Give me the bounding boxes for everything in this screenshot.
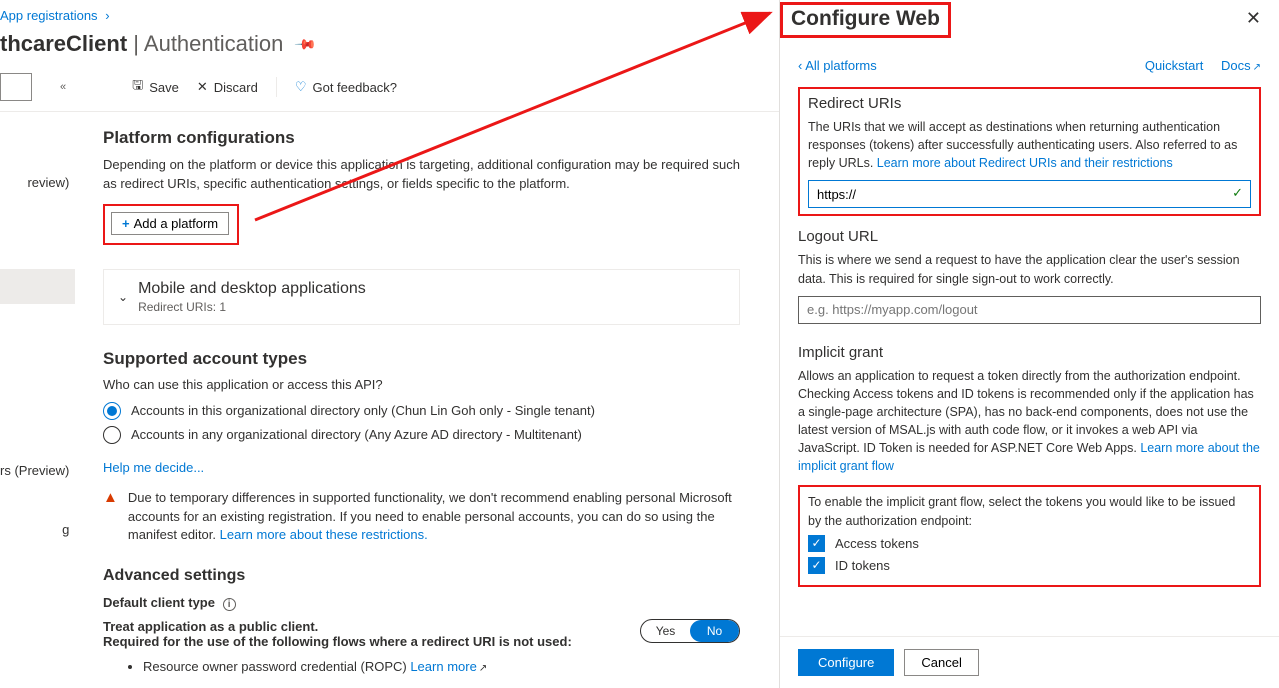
access-tokens-checkbox[interactable]: ✓ Access tokens — [808, 535, 1251, 552]
search-input[interactable] — [0, 73, 32, 101]
docs-link[interactable]: Docs↗ — [1221, 58, 1261, 73]
all-platforms-link[interactable]: ‹ All platforms — [798, 58, 877, 73]
save-button[interactable]: 🖫 Save — [132, 76, 179, 98]
help-me-decide-link[interactable]: Help me decide... — [103, 460, 204, 475]
checkbox-checked-icon: ✓ — [808, 535, 825, 552]
configure-button[interactable]: Configure — [798, 649, 894, 676]
configure-web-panel: Configure Web ✕ ‹ All platforms Quicksta… — [779, 0, 1279, 688]
platform-description: Depending on the platform or device this… — [103, 156, 740, 194]
external-link-icon: ↗ — [1253, 62, 1261, 73]
nav-item-g[interactable]: g — [0, 515, 75, 544]
section-name: Authentication — [144, 31, 283, 56]
nav-item-preview2[interactable]: rs (Preview) — [0, 456, 75, 485]
plus-icon: + — [122, 216, 130, 231]
implicit-tokens-highlight: To enable the implicit grant flow, selec… — [798, 485, 1261, 586]
checkmark-icon: ✓ — [1232, 185, 1243, 201]
breadcrumb-parent[interactable]: App registrations — [0, 8, 98, 23]
logout-url-label: Logout URL — [798, 228, 1261, 245]
discard-button[interactable]: ✕ Discard — [197, 79, 258, 95]
ropc-learn-more-link[interactable]: Learn more — [410, 659, 476, 674]
feedback-button[interactable]: ♡ Got feedback? — [295, 79, 397, 95]
public-client-toggle[interactable]: Yes No — [640, 619, 740, 643]
warning-messagebar: ▲ Due to temporary differences in suppor… — [103, 485, 740, 550]
redirect-uris-highlight: Redirect URIs The URIs that we will acce… — [798, 87, 1261, 216]
implicit-grant-label: Implicit grant — [798, 344, 1261, 361]
default-client-type-label: Default client type i — [103, 595, 740, 611]
heart-icon: ♡ — [295, 79, 307, 95]
implicit-enable-note: To enable the implicit grant flow, selec… — [808, 493, 1251, 529]
collapse-subtitle: Redirect URIs: 1 — [138, 300, 366, 314]
page-title: thcareClient | Authentication — [0, 31, 283, 57]
radio-icon — [103, 426, 121, 444]
cancel-button[interactable]: Cancel — [904, 649, 978, 676]
info-icon[interactable]: i — [223, 598, 236, 611]
pin-icon[interactable]: 📌 — [294, 32, 318, 56]
left-nav: review) rs (Preview) g — [0, 138, 75, 544]
account-types-heading: Supported account types — [103, 349, 740, 369]
logout-help: This is where we send a request to have … — [798, 251, 1261, 287]
external-link-icon: ↗ — [479, 663, 487, 674]
implicit-help: Allows an application to request a token… — [798, 367, 1261, 476]
quickstart-link[interactable]: Quickstart — [1145, 58, 1204, 73]
close-button[interactable]: ✕ — [1242, 4, 1265, 33]
chevron-down-icon: ⌄ — [118, 290, 128, 304]
logout-url-input[interactable] — [798, 296, 1261, 324]
toolbar-separator — [276, 77, 277, 97]
warning-text: Due to temporary differences in supporte… — [128, 489, 740, 546]
panel-title-highlight: Configure Web — [780, 2, 951, 38]
add-platform-highlight: + Add a platform — [103, 204, 239, 245]
redirect-uris-help: The URIs that we will accept as destinat… — [808, 118, 1251, 172]
checkbox-checked-icon: ✓ — [808, 557, 825, 574]
platform-configurations-heading: Platform configurations — [103, 128, 740, 148]
account-types-question: Who can use this application or access t… — [103, 377, 740, 392]
redirect-learn-more-link[interactable]: Learn more about Redirect URIs and their… — [877, 156, 1173, 170]
chevron-right-icon: › — [105, 8, 109, 23]
advanced-settings-heading: Advanced settings — [103, 567, 740, 585]
save-icon: 🖫 — [132, 76, 143, 98]
required-note: Required for the use of the following fl… — [103, 634, 572, 649]
platform-collapse-mobile-desktop[interactable]: ⌄ Mobile and desktop applications Redire… — [103, 269, 740, 325]
add-platform-button[interactable]: + Add a platform — [111, 212, 229, 235]
radio-single-tenant[interactable]: Accounts in this organizational director… — [103, 402, 740, 420]
radio-multi-tenant[interactable]: Accounts in any organizational directory… — [103, 426, 740, 444]
collapse-title: Mobile and desktop applications — [138, 280, 366, 298]
toggle-no: No — [690, 620, 739, 642]
redirect-uris-label: Redirect URIs — [808, 95, 1251, 112]
id-tokens-checkbox[interactable]: ✓ ID tokens — [808, 557, 1251, 574]
app-name: thcareClient — [0, 31, 127, 56]
flow-ropc: Resource owner password credential (ROPC… — [143, 659, 740, 674]
panel-title: Configure Web — [791, 7, 940, 31]
public-client-label: Treat application as a public client. — [103, 619, 572, 634]
radio-icon — [103, 402, 121, 420]
warning-icon: ▲ — [103, 489, 118, 546]
collapse-toggle-icon[interactable]: « — [60, 81, 66, 93]
nav-item-authentication[interactable] — [0, 269, 75, 304]
discard-icon: ✕ — [197, 79, 208, 95]
redirect-uri-input[interactable] — [808, 180, 1251, 208]
toggle-yes: Yes — [641, 620, 690, 642]
nav-item-preview[interactable]: review) — [0, 168, 75, 197]
restrictions-link[interactable]: Learn more about these restrictions. — [220, 527, 428, 542]
